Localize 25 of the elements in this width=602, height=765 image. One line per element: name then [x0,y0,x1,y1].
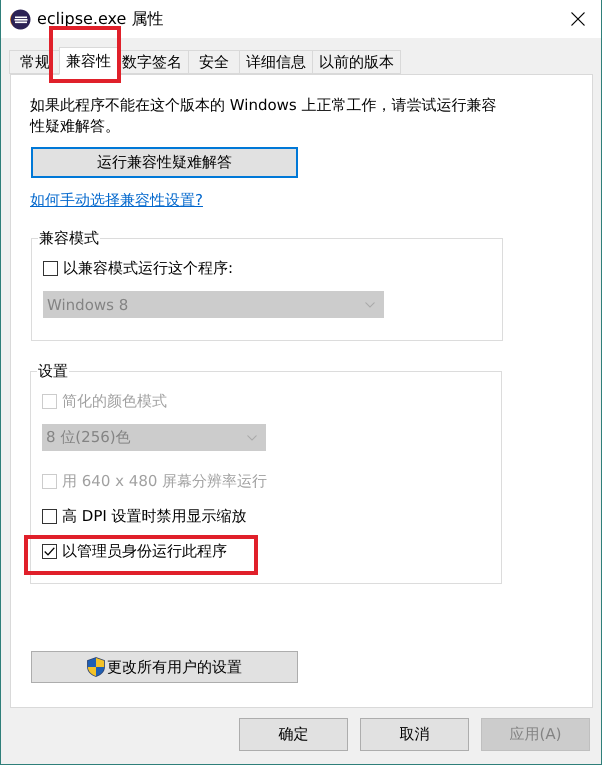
checkbox[interactable] [42,508,57,524]
group-title: 设置 [37,361,69,381]
chevron-icon [247,434,257,440]
checkbox-label[interactable]: 高 DPI 设置时禁用显示缩放 [62,506,247,526]
chevron-icon [365,302,375,308]
group-title: 兼容模式 [38,228,100,248]
tab[interactable]: 详细信息 [239,50,313,74]
dialog-button[interactable]: 取消 [360,718,469,751]
tab[interactable]: 兼容性 [59,47,118,75]
tab[interactable]: 安全 [188,50,240,74]
check-icon [44,546,55,556]
tab[interactable]: 以前的版本 [312,50,401,74]
dialog-button[interactable]: 确定 [239,718,348,751]
checkbox-label[interactable]: 以管理员身份运行此程序 [62,542,227,560]
checkbox-label[interactable]: 以兼容模式运行这个程序: [63,258,234,278]
checkbox[interactable] [43,260,58,276]
help-link[interactable]: 如何手动选择兼容性设置? [30,191,203,209]
close-icon [571,12,585,26]
shield-icon [87,657,105,677]
troubleshoot-button[interactable]: 运行兼容性疑难解答 [31,147,298,178]
app-icon [10,8,31,30]
all-users-button[interactable]: 更改所有用户的设置 [31,651,298,683]
description-text: 如果此程序不能在这个版本的 Windows 上正常工作，请尝试运行兼容性疑难解答。 [30,95,498,137]
checkbox[interactable] [42,544,57,558]
window-title: eclipse.exe 属性 [37,8,164,30]
